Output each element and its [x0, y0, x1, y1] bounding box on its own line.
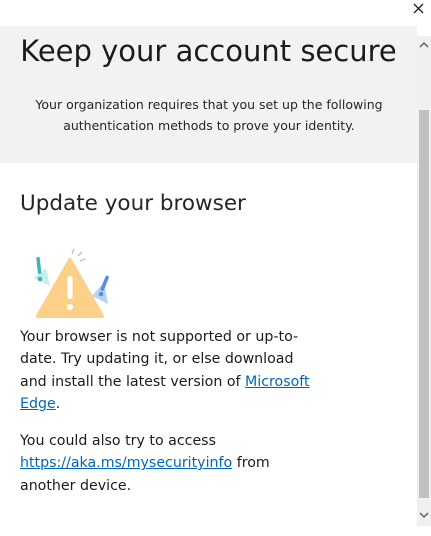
message-text: You could also try to access	[20, 433, 216, 449]
page-title: Keep your account secure	[20, 34, 397, 68]
scrollbar-thumb[interactable]	[419, 110, 429, 498]
message-text-end: .	[55, 395, 61, 412]
browser-warning-icon	[32, 248, 114, 322]
browser-unsupported-message: Your browser is not supported or up-to-d…	[20, 326, 320, 415]
scroll-up-button[interactable]	[417, 36, 431, 54]
alternate-device-message: You could also try to access https://aka…	[20, 430, 320, 497]
section-title: Update your browser	[20, 191, 246, 216]
scroll-down-button[interactable]	[417, 506, 431, 524]
chevron-up-icon	[419, 41, 429, 48]
close-button[interactable]	[409, 0, 427, 18]
chevron-down-icon	[419, 512, 429, 519]
page-subtitle: Your organization requires that you set …	[35, 97, 383, 133]
mysecurityinfo-link[interactable]: https://aka.ms/mysecurityinfo	[20, 455, 232, 471]
dialog-window: Keep your account secure Your organizati…	[0, 0, 431, 536]
close-icon	[413, 3, 424, 14]
